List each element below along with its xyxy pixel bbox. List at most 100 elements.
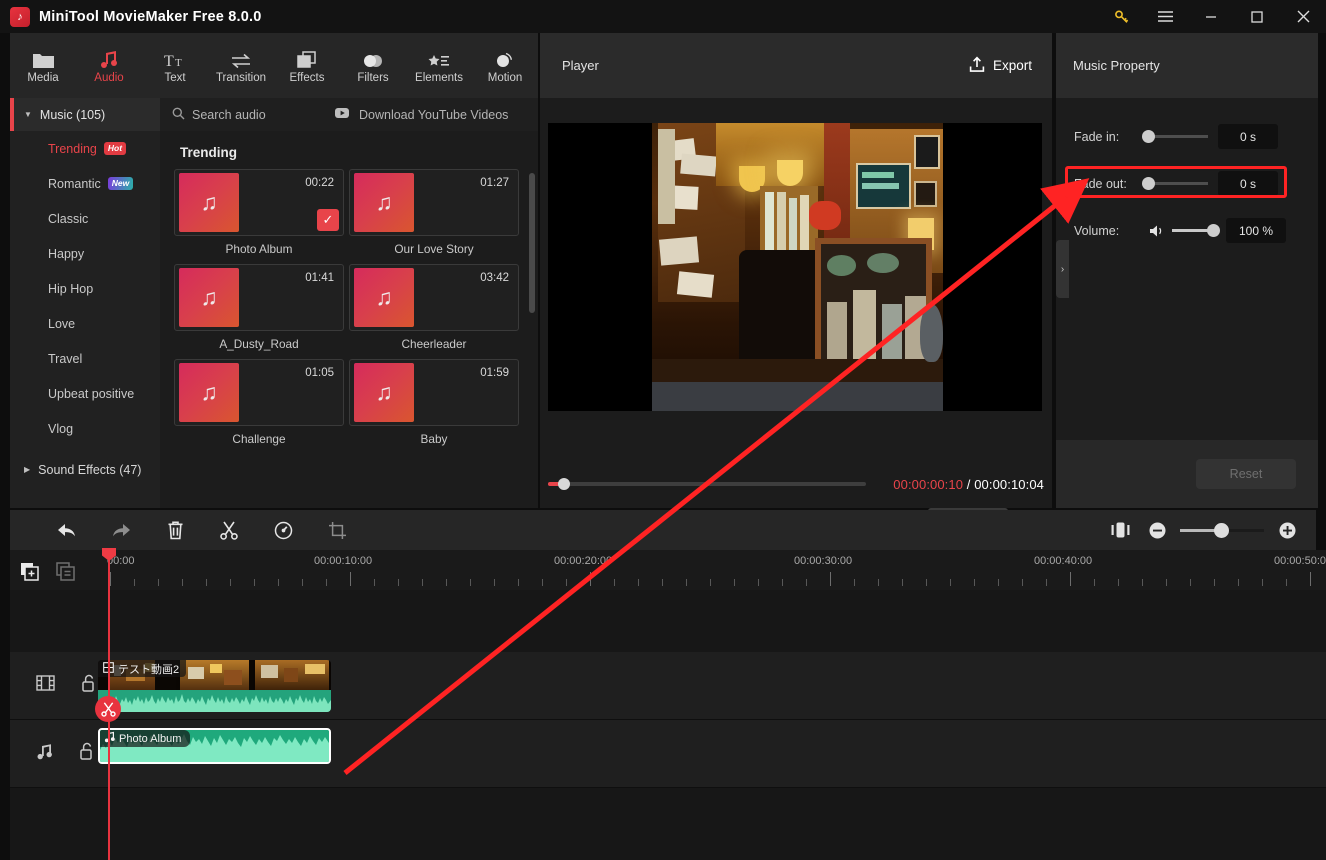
- key-icon[interactable]: [1102, 0, 1142, 33]
- zoom-in-button[interactable]: [1272, 510, 1302, 550]
- tab-audio[interactable]: Audio: [76, 33, 142, 98]
- youtube-download-icon: [335, 107, 351, 122]
- tab-effects[interactable]: Effects: [274, 33, 340, 98]
- audio-track: Photo Album: [10, 720, 1326, 788]
- audio-item[interactable]: ♫ 01:05 Challenge: [174, 359, 344, 446]
- crop-button[interactable]: [310, 510, 364, 550]
- sidebar-item-classic[interactable]: Classic: [10, 201, 160, 236]
- audio-grid: ♫ 00:22 ✓ Photo Album ♫ 01:27 Our Love S…: [174, 169, 524, 446]
- close-button[interactable]: [1280, 0, 1326, 33]
- ruler-minor-tick: [302, 579, 303, 586]
- audio-item[interactable]: ♫ 00:22 ✓ Photo Album: [174, 169, 344, 256]
- audio-thumb[interactable]: ♫ 00:22 ✓: [174, 169, 344, 236]
- fade-out-slider[interactable]: [1142, 177, 1208, 190]
- unlock-icon[interactable]: [79, 742, 94, 765]
- zoom-handle[interactable]: [1214, 522, 1229, 538]
- video-preview[interactable]: [548, 123, 1042, 411]
- ruler-minor-tick: [230, 579, 231, 586]
- fade-in-value[interactable]: 0 s: [1218, 124, 1278, 149]
- search-input[interactable]: Search audio: [160, 107, 335, 123]
- sidebar-item-upbeat-positive[interactable]: Upbeat positive: [10, 376, 160, 411]
- delete-button[interactable]: [148, 510, 202, 550]
- ruler-minor-tick: [1142, 579, 1143, 586]
- fade-in-slider[interactable]: [1142, 130, 1208, 143]
- volume-handle[interactable]: [1207, 224, 1220, 237]
- film-strip-icon[interactable]: [36, 675, 55, 696]
- app-logo-icon: ♪: [10, 6, 30, 27]
- audio-clip[interactable]: Photo Album: [98, 728, 331, 764]
- tab-media[interactable]: Media: [10, 33, 76, 98]
- volume-value[interactable]: 100 %: [1226, 218, 1286, 243]
- library-scrollbar[interactable]: [529, 173, 535, 313]
- property-footer: Reset: [1056, 440, 1318, 508]
- volume-icon[interactable]: [1146, 224, 1168, 238]
- audio-item[interactable]: ♫ 03:42 Cheerleader: [349, 264, 519, 351]
- video-clip[interactable]: テスト動画2: [98, 660, 331, 712]
- fit-timeline-icon[interactable]: [1098, 510, 1142, 550]
- timeline-zoom-slider[interactable]: [1180, 522, 1264, 538]
- fade-in-handle[interactable]: [1142, 130, 1155, 143]
- audio-thumb[interactable]: ♫ 01:27: [349, 169, 519, 236]
- fade-out-handle[interactable]: [1142, 177, 1155, 190]
- sidebar-item-travel[interactable]: Travel: [10, 341, 160, 376]
- tab-elements[interactable]: Elements: [406, 33, 472, 98]
- ruler-minor-tick: [974, 579, 975, 586]
- music-group-header[interactable]: ▼ Music (105): [10, 98, 160, 131]
- audio-thumb[interactable]: ♫ 01:59: [349, 359, 519, 426]
- tab-label: Elements: [415, 72, 463, 84]
- fade-in-label: Fade in:: [1074, 129, 1120, 144]
- category-label: Upbeat positive: [48, 386, 135, 401]
- playback-progress-slider[interactable]: [548, 478, 866, 490]
- ruler-major-tick: [590, 572, 591, 586]
- audio-thumb[interactable]: ♫ 01:05: [174, 359, 344, 426]
- total-timecode: 00:00:10:04: [974, 476, 1044, 492]
- category-sidebar: ▼ Music (105) Trending Hot Romantic New …: [10, 98, 160, 508]
- tab-filters[interactable]: Filters: [340, 33, 406, 98]
- ruler-minor-tick: [1262, 579, 1263, 586]
- tab-label: Media: [27, 72, 59, 84]
- sidebar-item-trending[interactable]: Trending Hot: [10, 131, 160, 166]
- audio-thumb[interactable]: ♫ 01:41: [174, 264, 344, 331]
- sidebar-item-vlog[interactable]: Vlog: [10, 411, 160, 446]
- split-button[interactable]: [202, 510, 256, 550]
- undo-button[interactable]: [40, 510, 94, 550]
- fade-out-value[interactable]: 0 s: [1218, 171, 1278, 196]
- speed-button[interactable]: [256, 510, 310, 550]
- volume-slider[interactable]: [1172, 224, 1220, 237]
- music-note-icon[interactable]: [36, 743, 53, 765]
- tab-transition[interactable]: Transition: [208, 33, 274, 98]
- reset-button[interactable]: Reset: [1196, 459, 1296, 489]
- progress-handle[interactable]: [558, 478, 570, 490]
- audio-item[interactable]: ♫ 01:41 A_Dusty_Road: [174, 264, 344, 351]
- minimize-button[interactable]: [1188, 0, 1234, 33]
- add-track-icon[interactable]: [18, 560, 40, 582]
- timeline-playhead[interactable]: [95, 548, 121, 860]
- audio-thumb[interactable]: ♫ 03:42: [349, 264, 519, 331]
- tab-motion[interactable]: Motion: [472, 33, 538, 98]
- collapse-panel-chevron-icon[interactable]: ›: [1056, 240, 1069, 298]
- timeline-ruler[interactable]: 00:00 00:00:10:00 00:00:20:00 00:00:30:0…: [10, 550, 1326, 590]
- sidebar-item-hip-hop[interactable]: Hip Hop: [10, 271, 160, 306]
- audio-item[interactable]: ♫ 01:27 Our Love Story: [349, 169, 519, 256]
- sidebar-item-romantic[interactable]: Romantic New: [10, 166, 160, 201]
- ruler-minor-tick: [1286, 579, 1287, 586]
- ruler-major-tick: [830, 572, 831, 586]
- sidebar-item-love[interactable]: Love: [10, 306, 160, 341]
- sidebar-item-happy[interactable]: Happy: [10, 236, 160, 271]
- sound-effects-group-header[interactable]: ▶ Sound Effects (47): [10, 452, 160, 487]
- ruler-minor-tick: [542, 579, 543, 586]
- unlock-icon[interactable]: [81, 674, 96, 697]
- scissors-icon[interactable]: [95, 696, 121, 722]
- duplicate-track-icon[interactable]: [54, 560, 76, 582]
- export-button[interactable]: Export: [969, 56, 1032, 76]
- sound-effects-label: Sound Effects (47): [38, 462, 142, 477]
- menu-icon[interactable]: [1142, 0, 1188, 33]
- zoom-out-button[interactable]: [1142, 510, 1172, 550]
- redo-button[interactable]: [94, 510, 148, 550]
- maximize-button[interactable]: [1234, 0, 1280, 33]
- tab-text[interactable]: TT Text: [142, 33, 208, 98]
- music-note-icon: ♫: [354, 173, 414, 232]
- audio-item[interactable]: ♫ 01:59 Baby: [349, 359, 519, 446]
- download-youtube-button[interactable]: Download YouTube Videos: [335, 107, 508, 122]
- video-track: テスト動画2: [10, 652, 1326, 720]
